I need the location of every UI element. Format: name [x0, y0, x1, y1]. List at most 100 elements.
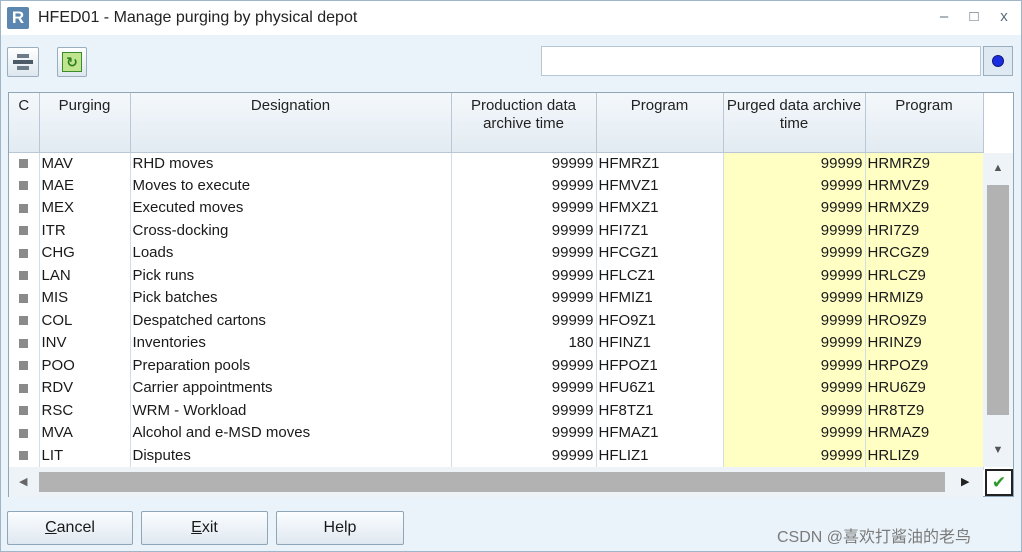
- production-time-cell[interactable]: 99999: [451, 444, 597, 467]
- designation-cell[interactable]: Pick batches: [130, 287, 452, 310]
- designation-cell[interactable]: Preparation pools: [130, 354, 452, 377]
- row-checkbox-icon[interactable]: [19, 428, 29, 438]
- table-row[interactable]: ITR Cross-docking 99999 HFI7Z1 99999 HRI7Z9: [9, 219, 984, 242]
- production-time-cell[interactable]: 99999: [451, 287, 597, 310]
- row-checkbox-icon[interactable]: [19, 159, 29, 169]
- row-checkbox[interactable]: [9, 377, 40, 400]
- purged-time-cell[interactable]: 99999: [723, 399, 866, 422]
- purged-program-cell[interactable]: HRU6Z9: [865, 377, 984, 400]
- production-time-cell[interactable]: 99999: [451, 422, 597, 445]
- production-program-cell[interactable]: HFLIZ1: [596, 444, 724, 467]
- row-checkbox[interactable]: [9, 399, 40, 422]
- production-time-cell[interactable]: 99999: [451, 219, 597, 242]
- print-button[interactable]: [7, 47, 39, 77]
- designation-cell[interactable]: Moves to execute: [130, 174, 452, 197]
- purging-code-cell[interactable]: MEX: [39, 197, 131, 220]
- column-header-purged-program[interactable]: Program: [865, 93, 984, 153]
- table-row[interactable]: LAN Pick runs 99999 HFLCZ1 99999 HRLCZ9: [9, 264, 984, 287]
- confirm-button[interactable]: ✔: [985, 469, 1013, 496]
- close-icon[interactable]: x: [995, 7, 1013, 27]
- table-row[interactable]: MAE Moves to execute 99999 HFMVZ1 99999 HRMVZ…: [9, 174, 984, 197]
- purging-code-cell[interactable]: INV: [39, 332, 131, 355]
- purging-code-cell[interactable]: MVA: [39, 422, 131, 445]
- row-checkbox-icon[interactable]: [19, 203, 29, 213]
- purging-code-cell[interactable]: MIS: [39, 287, 131, 310]
- production-program-cell[interactable]: HF8TZ1: [596, 399, 724, 422]
- row-checkbox[interactable]: [9, 219, 40, 242]
- row-checkbox-icon[interactable]: [19, 316, 29, 326]
- row-checkbox-icon[interactable]: [19, 406, 29, 416]
- row-checkbox[interactable]: [9, 152, 40, 175]
- production-program-cell[interactable]: HFCGZ1: [596, 242, 724, 265]
- production-program-cell[interactable]: HFINZ1: [596, 332, 724, 355]
- horizontal-scroll-thumb[interactable]: [39, 472, 945, 492]
- purged-time-cell[interactable]: 99999: [723, 242, 866, 265]
- vertical-scroll-thumb[interactable]: [987, 185, 1009, 415]
- table-row[interactable]: INV Inventories 180 HFINZ1 99999 HRINZ9: [9, 332, 984, 355]
- scroll-right-icon[interactable]: ▶: [961, 475, 969, 488]
- purged-program-cell[interactable]: HRLIZ9: [865, 444, 984, 467]
- production-time-cell[interactable]: 99999: [451, 377, 597, 400]
- purging-code-cell[interactable]: MAE: [39, 174, 131, 197]
- purged-time-cell[interactable]: 99999: [723, 174, 866, 197]
- purged-program-cell[interactable]: HRMXZ9: [865, 197, 984, 220]
- designation-cell[interactable]: Carrier appointments: [130, 377, 452, 400]
- table-row[interactable]: RSC WRM - Workload 99999 HF8TZ1 99999 HR8TZ9: [9, 399, 984, 422]
- row-checkbox-icon[interactable]: [19, 293, 29, 303]
- production-program-cell[interactable]: HFU6Z1: [596, 377, 724, 400]
- table-row[interactable]: COL Despatched cartons 99999 HFO9Z1 99999 HRO…: [9, 309, 984, 332]
- purging-code-cell[interactable]: RDV: [39, 377, 131, 400]
- purging-code-cell[interactable]: LIT: [39, 444, 131, 467]
- production-time-cell[interactable]: 99999: [451, 264, 597, 287]
- refresh-button[interactable]: ↻: [57, 47, 87, 77]
- purged-program-cell[interactable]: HR8TZ9: [865, 399, 984, 422]
- purged-time-cell[interactable]: 99999: [723, 287, 866, 310]
- production-time-cell[interactable]: 99999: [451, 242, 597, 265]
- row-checkbox-icon[interactable]: [19, 271, 29, 281]
- production-time-cell[interactable]: 99999: [451, 152, 597, 175]
- purged-time-cell[interactable]: 99999: [723, 332, 866, 355]
- purging-code-cell[interactable]: POO: [39, 354, 131, 377]
- production-time-cell[interactable]: 99999: [451, 197, 597, 220]
- table-row[interactable]: LIT Disputes 99999 HFLIZ1 99999 HRLIZ9: [9, 444, 984, 467]
- row-checkbox-icon[interactable]: [19, 338, 29, 348]
- row-checkbox[interactable]: [9, 422, 40, 445]
- purging-code-cell[interactable]: RSC: [39, 399, 131, 422]
- purged-program-cell[interactable]: HRLCZ9: [865, 264, 984, 287]
- purging-code-cell[interactable]: CHG: [39, 242, 131, 265]
- purged-program-cell[interactable]: HRI7Z9: [865, 219, 984, 242]
- production-program-cell[interactable]: HFO9Z1: [596, 309, 724, 332]
- table-row[interactable]: MIS Pick batches 99999 HFMIZ1 99999 HRMIZ9: [9, 287, 984, 310]
- purging-code-cell[interactable]: LAN: [39, 264, 131, 287]
- horizontal-scrollbar[interactable]: ◀ ▶: [9, 467, 983, 497]
- purging-code-cell[interactable]: MAV: [39, 152, 131, 175]
- row-checkbox[interactable]: [9, 444, 40, 467]
- purged-program-cell[interactable]: HRINZ9: [865, 332, 984, 355]
- designation-cell[interactable]: Alcohol and e-MSD moves: [130, 422, 452, 445]
- row-checkbox-icon[interactable]: [19, 451, 29, 461]
- production-program-cell[interactable]: HFMAZ1: [596, 422, 724, 445]
- maximize-icon[interactable]: □: [965, 7, 983, 27]
- table-row[interactable]: POO Preparation pools 99999 HFPOZ1 99999 HRPO…: [9, 354, 984, 377]
- purged-program-cell[interactable]: HRMAZ9: [865, 422, 984, 445]
- status-indicator-button[interactable]: [983, 46, 1013, 76]
- row-checkbox[interactable]: [9, 264, 40, 287]
- purging-code-cell[interactable]: COL: [39, 309, 131, 332]
- production-program-cell[interactable]: HFLCZ1: [596, 264, 724, 287]
- production-program-cell[interactable]: HFMVZ1: [596, 174, 724, 197]
- designation-cell[interactable]: Despatched cartons: [130, 309, 452, 332]
- purged-program-cell[interactable]: HRO9Z9: [865, 309, 984, 332]
- scroll-down-icon[interactable]: ▼: [991, 444, 1005, 458]
- row-checkbox-icon[interactable]: [19, 181, 29, 191]
- designation-cell[interactable]: Pick runs: [130, 264, 452, 287]
- purged-time-cell[interactable]: 99999: [723, 219, 866, 242]
- production-program-cell[interactable]: HFPOZ1: [596, 354, 724, 377]
- row-checkbox-icon[interactable]: [19, 361, 29, 371]
- purged-program-cell[interactable]: HRMRZ9: [865, 152, 984, 175]
- purging-code-cell[interactable]: ITR: [39, 219, 131, 242]
- help-button[interactable]: Help: [276, 511, 404, 545]
- designation-cell[interactable]: Executed moves: [130, 197, 452, 220]
- search-input[interactable]: [541, 46, 981, 76]
- production-time-cell[interactable]: 99999: [451, 399, 597, 422]
- column-header-program[interactable]: Program: [596, 93, 724, 153]
